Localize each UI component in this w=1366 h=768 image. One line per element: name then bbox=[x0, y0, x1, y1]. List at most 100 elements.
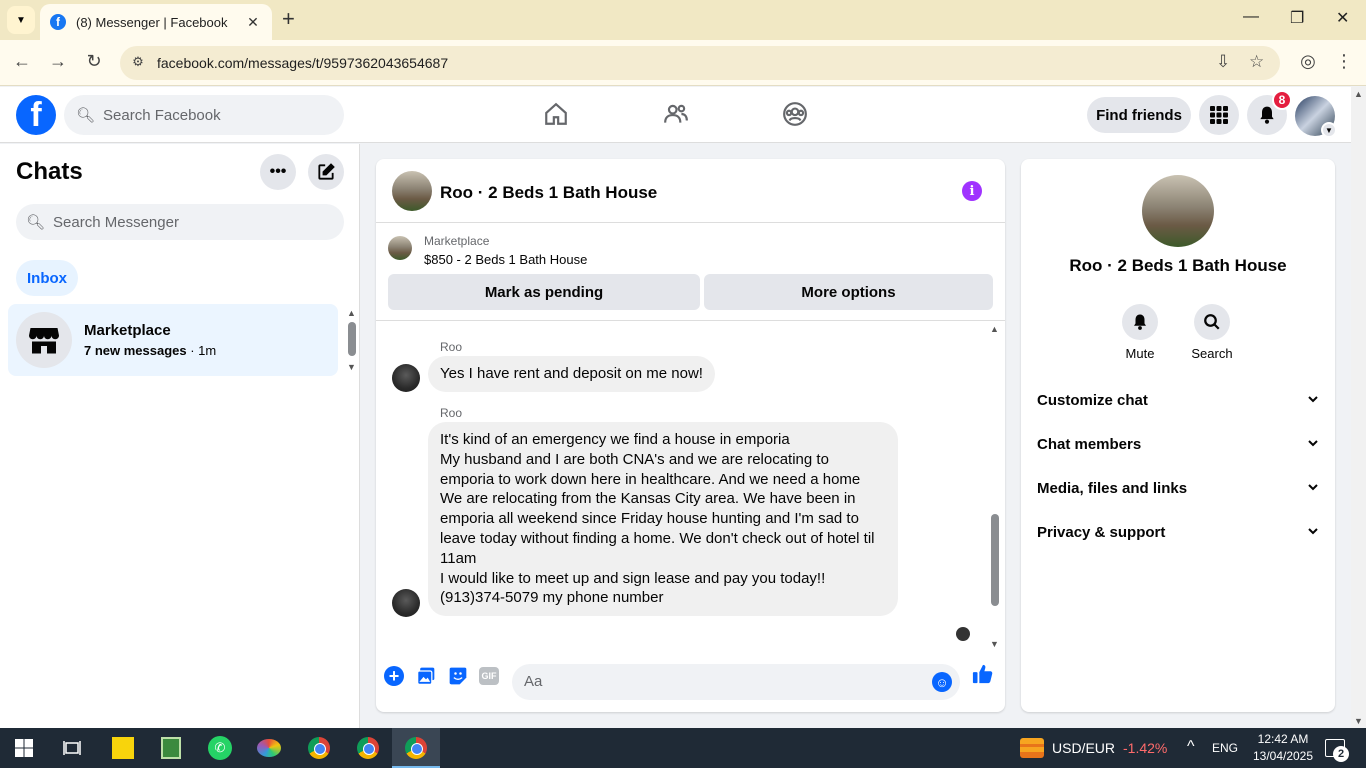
chevron-down-icon: ▼ bbox=[16, 14, 26, 26]
bookmark-star-icon[interactable]: ☆ bbox=[1249, 52, 1264, 72]
install-app-icon[interactable]: ⇩ bbox=[1216, 52, 1230, 72]
tab-title: (8) Messenger | Facebook bbox=[76, 14, 228, 30]
chat-list-scrollbar[interactable]: ▲ ▼ bbox=[346, 308, 358, 372]
back-button[interactable]: ← bbox=[10, 51, 34, 72]
tab-search-button[interactable]: ▼ bbox=[7, 6, 35, 34]
browser-menu-icon[interactable]: ⋮ bbox=[1332, 51, 1356, 72]
address-bar[interactable]: ⚙ facebook.com/messages/t/95973620436546… bbox=[120, 46, 1280, 80]
bell-icon bbox=[1260, 106, 1274, 124]
menu-grid-button[interactable] bbox=[1199, 95, 1239, 135]
message-bubble[interactable]: Yes I have rent and deposit on me now! bbox=[428, 356, 715, 392]
search-messenger-input[interactable]: 🔍︎ Search Messenger bbox=[16, 204, 344, 240]
account-chevron-down-icon[interactable]: ▼ bbox=[1321, 122, 1337, 138]
site-info-icon[interactable]: ⚙ bbox=[129, 53, 147, 71]
sender-avatar[interactable] bbox=[392, 364, 420, 392]
scroll-thumb[interactable] bbox=[348, 322, 356, 356]
page-scrollbar[interactable]: ▲ ▼ bbox=[1351, 87, 1366, 728]
task-view-icon[interactable] bbox=[60, 736, 84, 760]
thumbs-up-icon[interactable] bbox=[972, 663, 994, 691]
whatsapp-icon[interactable]: ✆ bbox=[208, 736, 232, 760]
section-label: Media, files and links bbox=[1037, 479, 1188, 497]
message-scrollbar[interactable]: ▲ ▼ bbox=[988, 324, 1002, 649]
paint-app-icon[interactable] bbox=[257, 736, 281, 760]
chrome-icon[interactable] bbox=[307, 736, 331, 760]
listing-profile-avatar[interactable] bbox=[1142, 175, 1214, 247]
facebook-search-input[interactable]: 🔍︎ Search Facebook bbox=[64, 95, 344, 135]
scroll-down-arrow-icon[interactable]: ▼ bbox=[1354, 716, 1363, 726]
action-center-badge: 2 bbox=[1333, 746, 1349, 762]
chat-list-item-marketplace[interactable]: Marketplace 7 new messages · 1m bbox=[8, 304, 338, 376]
chats-title: Chats bbox=[16, 158, 83, 185]
spreadsheet-app-icon[interactable] bbox=[159, 736, 183, 760]
listing-thumbnail[interactable] bbox=[388, 236, 412, 260]
info-icon[interactable]: i bbox=[962, 181, 982, 201]
emoji-icon[interactable]: ☺ bbox=[932, 672, 952, 692]
mark-as-pending-button[interactable]: Mark as pending bbox=[388, 274, 700, 310]
restore-window-button[interactable]: ❐ bbox=[1290, 8, 1304, 28]
close-tab-icon[interactable]: ✕ bbox=[244, 14, 262, 31]
more-options-button[interactable]: More options bbox=[704, 274, 993, 310]
listing-price-title[interactable]: $850 - 2 Beds 1 Bath House bbox=[424, 252, 587, 267]
profile-icon[interactable]: ◎ bbox=[1296, 51, 1320, 72]
close-window-button[interactable]: ✕ bbox=[1336, 8, 1349, 28]
browser-tab-messenger[interactable]: f (8) Messenger | Facebook ✕ bbox=[40, 4, 272, 40]
show-hidden-icons-icon[interactable]: ^ bbox=[1187, 738, 1195, 756]
find-friends-button[interactable]: Find friends bbox=[1087, 97, 1191, 133]
section-label: Customize chat bbox=[1037, 391, 1148, 409]
chrome-icon[interactable] bbox=[356, 736, 380, 760]
search-icon bbox=[1194, 304, 1230, 340]
scroll-up-arrow-icon[interactable]: ▲ bbox=[347, 308, 356, 318]
chat-members-section[interactable]: Chat members bbox=[1037, 422, 1319, 466]
friends-icon[interactable] bbox=[663, 101, 689, 134]
chat-info-panel: Roo · 2 Beds 1 Bath House Mute Search Cu… bbox=[1021, 159, 1335, 712]
clock-time[interactable]: 12:42 AM bbox=[1253, 732, 1313, 746]
chats-sidebar: Chats ••• 🔍︎ Search Messenger Inbox Mark… bbox=[0, 144, 360, 728]
media-files-links-section[interactable]: Media, files and links bbox=[1037, 466, 1319, 510]
sticky-notes-icon[interactable] bbox=[111, 736, 135, 760]
search-messenger-placeholder: Search Messenger bbox=[53, 213, 179, 231]
storefront-icon bbox=[29, 328, 59, 354]
listing-avatar[interactable] bbox=[392, 171, 432, 211]
scroll-up-arrow-icon[interactable]: ▲ bbox=[1354, 89, 1363, 99]
scroll-down-arrow-icon[interactable]: ▼ bbox=[990, 639, 999, 649]
scroll-down-arrow-icon[interactable]: ▼ bbox=[347, 362, 356, 372]
message-line: I would like to meet up and sign lease a… bbox=[440, 569, 826, 587]
privacy-support-section[interactable]: Privacy & support bbox=[1037, 510, 1319, 554]
currency-ticker-widget[interactable]: USD/EUR -1.42% bbox=[1020, 738, 1167, 758]
photo-icon[interactable] bbox=[415, 665, 437, 687]
chevron-down-icon bbox=[1307, 437, 1319, 452]
forward-button[interactable]: → bbox=[46, 51, 70, 72]
conversation-title[interactable]: Roo · 2 Beds 1 Bath House bbox=[440, 183, 657, 203]
windows-start-icon[interactable] bbox=[12, 736, 36, 760]
home-icon[interactable] bbox=[543, 101, 569, 134]
reload-button[interactable]: ↻ bbox=[82, 51, 106, 72]
message-input[interactable] bbox=[524, 673, 904, 690]
inbox-tab[interactable]: Inbox bbox=[16, 260, 78, 296]
mute-button[interactable]: Mute bbox=[1110, 304, 1170, 361]
gif-icon[interactable]: GIF bbox=[479, 667, 499, 685]
section-label: Privacy & support bbox=[1037, 523, 1166, 541]
facebook-logo-icon[interactable]: f bbox=[16, 95, 56, 135]
message-bubble[interactable]: It's kind of an emergency we find a hous… bbox=[428, 422, 898, 617]
input-language[interactable]: ENG bbox=[1212, 741, 1238, 755]
sender-avatar[interactable] bbox=[392, 589, 420, 617]
sticker-icon[interactable] bbox=[447, 665, 469, 687]
plus-icon[interactable]: + bbox=[384, 666, 404, 686]
search-in-chat-button[interactable]: Search bbox=[1182, 304, 1242, 361]
groups-icon[interactable] bbox=[782, 101, 808, 134]
chrome-icon[interactable] bbox=[404, 736, 428, 760]
chat-options-button[interactable]: ••• bbox=[260, 154, 296, 190]
minimize-window-button[interactable]: — bbox=[1243, 8, 1259, 26]
ticker-pair: USD/EUR bbox=[1052, 740, 1116, 756]
new-message-button[interactable] bbox=[308, 154, 344, 190]
clock-date[interactable]: 13/04/2025 bbox=[1249, 749, 1317, 763]
customize-chat-section[interactable]: Customize chat bbox=[1037, 378, 1319, 422]
message-sender: Roo bbox=[440, 406, 463, 420]
notification-badge: 8 bbox=[1272, 90, 1292, 110]
scroll-up-arrow-icon[interactable]: ▲ bbox=[990, 324, 999, 334]
chat-item-time: · 1m bbox=[186, 343, 217, 358]
scroll-thumb[interactable] bbox=[991, 514, 999, 606]
message-input-box[interactable]: ☺ bbox=[512, 664, 960, 700]
search-icon: 🔍︎ bbox=[76, 107, 96, 124]
new-tab-button[interactable]: + bbox=[282, 8, 295, 30]
